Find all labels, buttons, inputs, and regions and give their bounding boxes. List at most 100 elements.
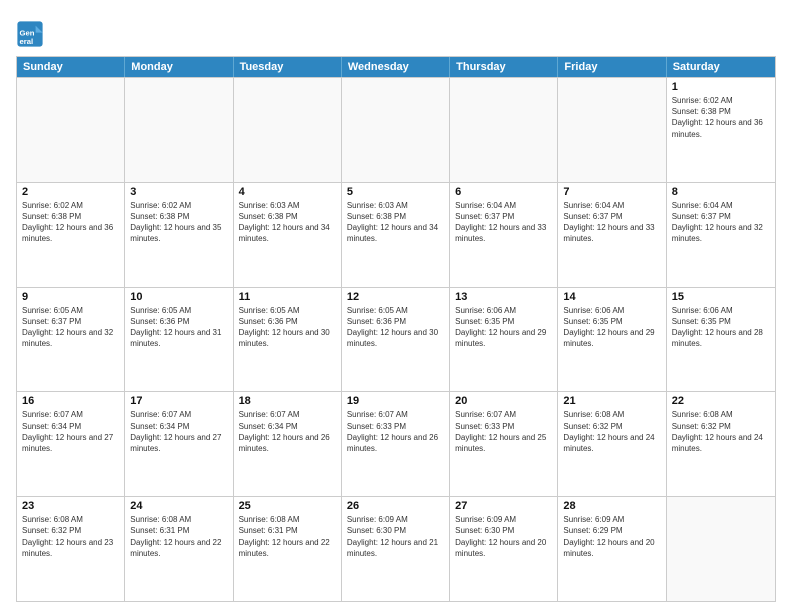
calendar-header: SundayMondayTuesdayWednesdayThursdayFrid…: [17, 57, 775, 77]
day-cell: 8 Sunrise: 6:04 AMSunset: 6:37 PMDaylight…: [667, 183, 775, 287]
day-info: Sunrise: 6:08 AMSunset: 6:32 PMDaylight:…: [563, 409, 660, 454]
day-cell: 6 Sunrise: 6:04 AMSunset: 6:37 PMDaylight…: [450, 183, 558, 287]
day-cell: 15 Sunrise: 6:06 AMSunset: 6:35 PMDayligh…: [667, 288, 775, 392]
day-number: 2: [22, 186, 119, 198]
day-cell: 12Sunrise: 6:05 AMSunset: 6:36 PMDayligh…: [342, 288, 450, 392]
day-cell: 4 Sunrise: 6:03 AMSunset: 6:38 PMDaylight…: [234, 183, 342, 287]
day-cell: 3 Sunrise: 6:02 AMSunset: 6:38 PMDaylight…: [125, 183, 233, 287]
day-number: 3: [130, 186, 227, 198]
day-cell: 19 Sunrise: 6:07 AMSunset: 6:33 PMDayligh…: [342, 392, 450, 496]
header: Gen eral: [16, 16, 776, 48]
day-cell: [450, 78, 558, 182]
day-info: Sunrise: 6:07 AMSunset: 6:34 PMDaylight:…: [130, 409, 227, 454]
day-number: 5: [347, 186, 444, 198]
day-info: Sunrise: 6:02 AMSunset: 6:38 PMDaylight:…: [130, 200, 227, 245]
day-number: 12: [347, 291, 444, 303]
col-header-monday: Monday: [125, 57, 233, 77]
day-number: 20: [455, 395, 552, 407]
day-info: Sunrise: 6:07 AMSunset: 6:34 PMDaylight:…: [239, 409, 336, 454]
day-cell: 18 Sunrise: 6:07 AMSunset: 6:34 PMDayligh…: [234, 392, 342, 496]
day-cell: [342, 78, 450, 182]
day-cell: 14Sunrise: 6:06 AMSunset: 6:35 PMDayligh…: [558, 288, 666, 392]
day-info: Sunrise: 6:05 AMSunset: 6:36 PMDaylight:…: [130, 305, 227, 350]
day-cell: 28 Sunrise: 6:09 AMSunset: 6:29 PMDayligh…: [558, 497, 666, 601]
day-number: 17: [130, 395, 227, 407]
day-number: 9: [22, 291, 119, 303]
day-info: Sunrise: 6:04 AMSunset: 6:37 PMDaylight:…: [563, 200, 660, 245]
week-row-1: 1 Sunrise: 6:02 AMSunset: 6:38 PMDaylight…: [17, 77, 775, 182]
day-cell: 7Sunrise: 6:04 AMSunset: 6:37 PMDaylight…: [558, 183, 666, 287]
day-cell: 23Sunrise: 6:08 AMSunset: 6:32 PMDayligh…: [17, 497, 125, 601]
day-number: 15: [672, 291, 770, 303]
day-number: 25: [239, 500, 336, 512]
calendar-body: 1 Sunrise: 6:02 AMSunset: 6:38 PMDaylight…: [17, 77, 775, 601]
day-cell: 13 Sunrise: 6:06 AMSunset: 6:35 PMDayligh…: [450, 288, 558, 392]
day-number: 18: [239, 395, 336, 407]
day-info: Sunrise: 6:09 AMSunset: 6:30 PMDaylight:…: [347, 514, 444, 559]
week-row-2: 2 Sunrise: 6:02 AMSunset: 6:38 PMDaylight…: [17, 182, 775, 287]
day-info: Sunrise: 6:07 AMSunset: 6:33 PMDaylight:…: [455, 409, 552, 454]
day-number: 16: [22, 395, 119, 407]
day-number: 19: [347, 395, 444, 407]
col-header-thursday: Thursday: [450, 57, 558, 77]
calendar: SundayMondayTuesdayWednesdayThursdayFrid…: [16, 56, 776, 602]
day-cell: 16Sunrise: 6:07 AMSunset: 6:34 PMDayligh…: [17, 392, 125, 496]
day-info: Sunrise: 6:06 AMSunset: 6:35 PMDaylight:…: [455, 305, 552, 350]
day-info: Sunrise: 6:09 AMSunset: 6:30 PMDaylight:…: [455, 514, 552, 559]
day-info: Sunrise: 6:04 AMSunset: 6:37 PMDaylight:…: [672, 200, 770, 245]
svg-text:Gen: Gen: [20, 28, 35, 37]
day-info: Sunrise: 6:02 AMSunset: 6:38 PMDaylight:…: [672, 95, 770, 140]
day-info: Sunrise: 6:03 AMSunset: 6:38 PMDaylight:…: [239, 200, 336, 245]
day-cell: 26Sunrise: 6:09 AMSunset: 6:30 PMDayligh…: [342, 497, 450, 601]
day-info: Sunrise: 6:07 AMSunset: 6:33 PMDaylight:…: [347, 409, 444, 454]
week-row-4: 16 Sunrise: 6:07 AMSunset: 6:34 PMDayligh…: [17, 391, 775, 496]
logo: Gen eral: [16, 20, 46, 48]
day-number: 8: [672, 186, 770, 198]
col-header-wednesday: Wednesday: [342, 57, 450, 77]
day-cell: 5Sunrise: 6:03 AMSunset: 6:38 PMDaylight…: [342, 183, 450, 287]
day-cell: [234, 78, 342, 182]
day-info: Sunrise: 6:05 AMSunset: 6:36 PMDaylight:…: [239, 305, 336, 350]
day-number: 21: [563, 395, 660, 407]
day-info: Sunrise: 6:08 AMSunset: 6:32 PMDaylight:…: [672, 409, 770, 454]
day-cell: 11 Sunrise: 6:05 AMSunset: 6:36 PMDayligh…: [234, 288, 342, 392]
day-cell: [667, 497, 775, 601]
day-cell: 2 Sunrise: 6:02 AMSunset: 6:38 PMDaylight…: [17, 183, 125, 287]
day-number: 14: [563, 291, 660, 303]
day-number: 28: [563, 500, 660, 512]
day-number: 1: [672, 81, 770, 93]
day-number: 10: [130, 291, 227, 303]
svg-text:eral: eral: [20, 37, 34, 46]
day-info: Sunrise: 6:04 AMSunset: 6:37 PMDaylight:…: [455, 200, 552, 245]
day-info: Sunrise: 6:08 AMSunset: 6:31 PMDaylight:…: [130, 514, 227, 559]
day-number: 22: [672, 395, 770, 407]
day-number: 13: [455, 291, 552, 303]
day-number: 11: [239, 291, 336, 303]
logo-icon: Gen eral: [16, 20, 44, 48]
col-header-friday: Friday: [558, 57, 666, 77]
day-cell: 1 Sunrise: 6:02 AMSunset: 6:38 PMDaylight…: [667, 78, 775, 182]
day-number: 4: [239, 186, 336, 198]
day-cell: 24 Sunrise: 6:08 AMSunset: 6:31 PMDayligh…: [125, 497, 233, 601]
day-cell: 25Sunrise: 6:08 AMSunset: 6:31 PMDayligh…: [234, 497, 342, 601]
day-cell: 9 Sunrise: 6:05 AMSunset: 6:37 PMDaylight…: [17, 288, 125, 392]
day-number: 6: [455, 186, 552, 198]
day-cell: 17 Sunrise: 6:07 AMSunset: 6:34 PMDayligh…: [125, 392, 233, 496]
day-cell: 20 Sunrise: 6:07 AMSunset: 6:33 PMDayligh…: [450, 392, 558, 496]
day-cell: [558, 78, 666, 182]
col-header-saturday: Saturday: [667, 57, 775, 77]
day-info: Sunrise: 6:05 AMSunset: 6:37 PMDaylight:…: [22, 305, 119, 350]
day-info: Sunrise: 6:02 AMSunset: 6:38 PMDaylight:…: [22, 200, 119, 245]
day-cell: [17, 78, 125, 182]
week-row-5: 23Sunrise: 6:08 AMSunset: 6:32 PMDayligh…: [17, 496, 775, 601]
week-row-3: 9 Sunrise: 6:05 AMSunset: 6:37 PMDaylight…: [17, 287, 775, 392]
day-cell: 27 Sunrise: 6:09 AMSunset: 6:30 PMDayligh…: [450, 497, 558, 601]
day-info: Sunrise: 6:06 AMSunset: 6:35 PMDaylight:…: [672, 305, 770, 350]
day-number: 27: [455, 500, 552, 512]
day-cell: [125, 78, 233, 182]
day-number: 23: [22, 500, 119, 512]
day-number: 24: [130, 500, 227, 512]
col-header-sunday: Sunday: [17, 57, 125, 77]
col-header-tuesday: Tuesday: [234, 57, 342, 77]
day-info: Sunrise: 6:09 AMSunset: 6:29 PMDaylight:…: [563, 514, 660, 559]
